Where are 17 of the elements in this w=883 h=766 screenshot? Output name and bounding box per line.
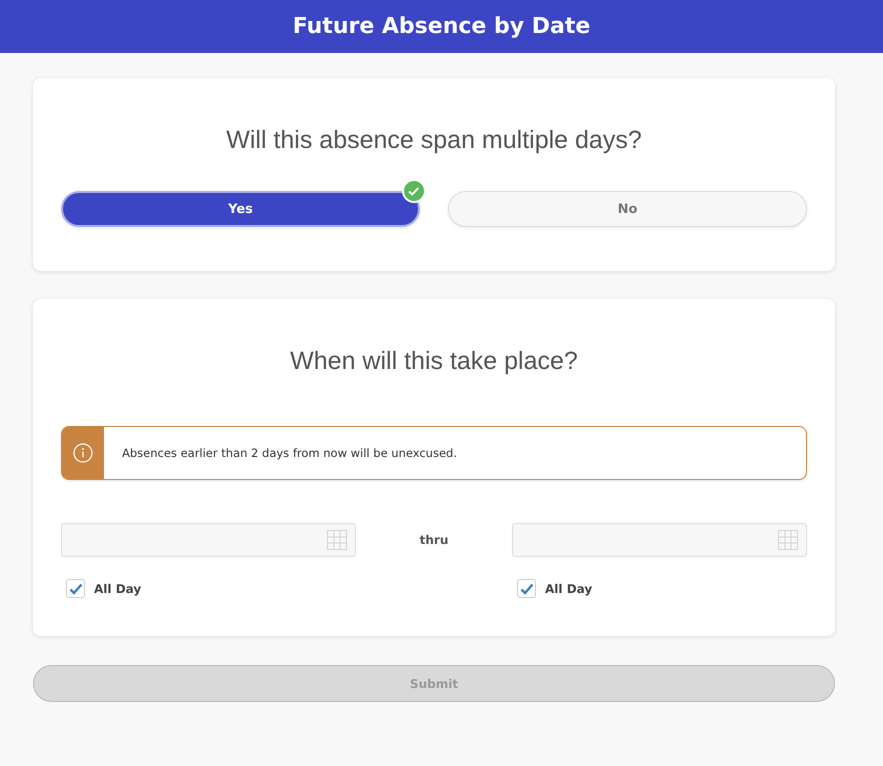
calendar-icon <box>778 530 798 550</box>
page-title: Future Absence by Date <box>292 14 590 39</box>
question-heading: When will this take place? <box>289 347 579 376</box>
notice-text: Absences earlier than 2 days from now will be unexcused. <box>122 446 457 460</box>
checkbox[interactable] <box>517 579 536 598</box>
option-button[interactable]: No <box>448 191 807 227</box>
calendar-icon <box>327 530 347 550</box>
question-heading: Will this absence span multiple days? <box>225 126 643 155</box>
checkbox[interactable] <box>66 579 85 598</box>
info-icon <box>73 443 93 463</box>
range-separator: thru <box>418 532 450 549</box>
checkbox-label: All Day <box>545 582 592 596</box>
checkbox-label: All Day <box>94 582 142 596</box>
date-field[interactable] <box>61 523 356 557</box>
check-icon <box>402 179 426 203</box>
date-field[interactable] <box>512 523 807 557</box>
option-button[interactable]: Yes <box>61 191 420 227</box>
